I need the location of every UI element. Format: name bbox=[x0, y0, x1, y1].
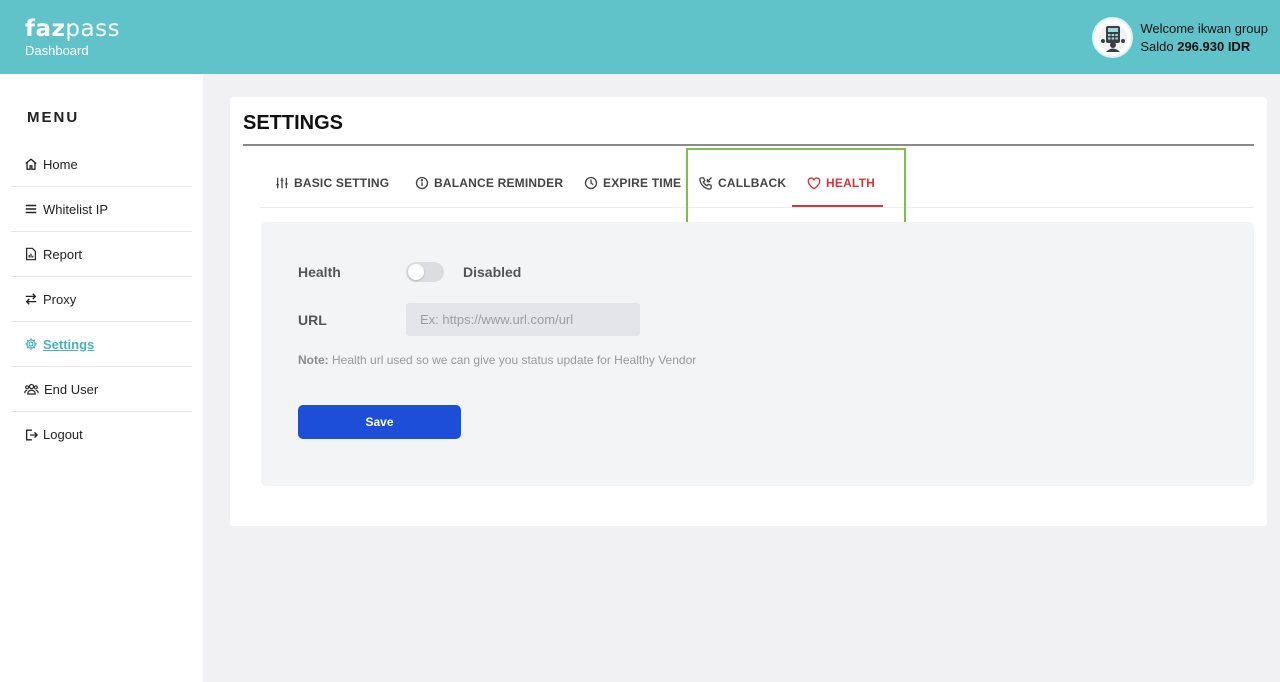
saldo-value: 296.930 IDR bbox=[1177, 38, 1251, 54]
sidebar-item-label: End User bbox=[44, 381, 99, 397]
info-circle-icon bbox=[415, 176, 429, 190]
sidebar-item-label: Logout bbox=[43, 427, 83, 442]
swap-arrows-icon bbox=[25, 293, 37, 305]
brand-name-bold: faz bbox=[25, 16, 66, 42]
brand-subtitle: Dashboard bbox=[25, 43, 89, 58]
sidebar-item-label: Home bbox=[43, 156, 78, 172]
tab-label: EXPIRE TIME bbox=[603, 176, 682, 190]
clock-icon bbox=[584, 176, 598, 190]
toggle-state-text: Disabled bbox=[463, 264, 522, 280]
sidebar-item-report[interactable]: Report bbox=[11, 232, 192, 277]
url-input[interactable] bbox=[406, 303, 640, 336]
sidebar-item-end-user[interactable]: End User bbox=[11, 367, 192, 412]
sidebar-item-whitelist-ip[interactable]: Whitelist IP bbox=[11, 187, 192, 232]
sliders-icon bbox=[276, 177, 288, 189]
tab-basic-setting[interactable]: BASIC SETTING bbox=[275, 159, 389, 207]
sidebar-item-home[interactable]: Home bbox=[11, 142, 192, 187]
save-button[interactable]: Save bbox=[298, 405, 461, 439]
user-info: Welcome ikwan group Saldo 296.930 IDR bbox=[1092, 17, 1268, 58]
gear-icon bbox=[25, 338, 37, 350]
sidebar: MENU Home Whitelist IP Report Proxy Sett… bbox=[0, 74, 203, 682]
settings-card: SETTINGS BASIC SETTING BALANCE REMINDER … bbox=[230, 97, 1267, 526]
tab-expire-time[interactable]: EXPIRE TIME bbox=[584, 159, 681, 207]
logout-icon bbox=[25, 429, 38, 440]
sidebar-item-label: Settings bbox=[43, 336, 95, 352]
note-label: Note: bbox=[298, 353, 329, 367]
title-divider bbox=[243, 144, 1254, 146]
home-icon bbox=[25, 158, 37, 170]
sidebar-item-logout[interactable]: Logout bbox=[11, 412, 192, 457]
sidebar-item-label: Whitelist IP bbox=[43, 201, 109, 217]
sidebar-item-label: Report bbox=[43, 246, 83, 262]
tab-label: BALANCE REMINDER bbox=[434, 176, 564, 190]
list-icon bbox=[25, 204, 37, 214]
brand-name-light: pass bbox=[65, 16, 121, 42]
report-icon bbox=[26, 247, 36, 261]
menu-title: MENU bbox=[27, 109, 80, 126]
saldo-label: Saldo bbox=[1140, 38, 1174, 54]
saldo-line: Saldo 296.930 IDR bbox=[1140, 38, 1268, 56]
sidebar-item-proxy[interactable]: Proxy bbox=[11, 277, 192, 322]
page-title: SETTINGS bbox=[243, 112, 344, 134]
health-settings-panel: Health Disabled URL Note: Health url use… bbox=[261, 222, 1254, 486]
brand-name: fazpass bbox=[25, 17, 120, 42]
top-header: fazpass Dashboard Welcome ikwan group Sa… bbox=[0, 0, 1280, 74]
brand-logo[interactable]: fazpass Dashboard bbox=[25, 17, 120, 59]
users-icon bbox=[24, 383, 39, 395]
tab-label: BASIC SETTING bbox=[294, 176, 390, 190]
user-avatar-icon bbox=[1098, 23, 1127, 52]
avatar[interactable] bbox=[1092, 17, 1134, 58]
health-note: Note: Health url used so we can give you… bbox=[298, 353, 696, 367]
sidebar-item-label: Proxy bbox=[43, 291, 77, 307]
welcome-text: Welcome ikwan group bbox=[1140, 20, 1268, 36]
health-label: Health bbox=[298, 264, 341, 280]
url-label: URL bbox=[298, 312, 327, 328]
health-toggle[interactable] bbox=[406, 262, 444, 282]
sidebar-item-settings[interactable]: Settings bbox=[11, 322, 192, 367]
tab-balance-reminder[interactable]: BALANCE REMINDER bbox=[415, 159, 563, 207]
note-text: Health url used so we can give you statu… bbox=[332, 353, 697, 367]
sidebar-nav: Home Whitelist IP Report Proxy Settings … bbox=[11, 142, 192, 457]
